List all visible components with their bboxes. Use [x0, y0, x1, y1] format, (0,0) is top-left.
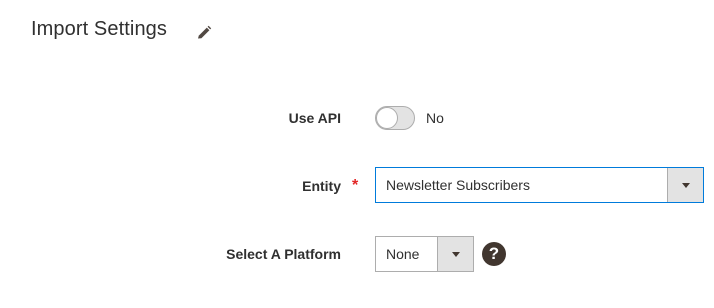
- help-icon[interactable]: ?: [482, 242, 506, 266]
- platform-select-value: None: [386, 246, 420, 262]
- entity-select[interactable]: Newsletter Subscribers: [375, 167, 704, 203]
- section-title: Import Settings: [31, 18, 168, 40]
- platform-select[interactable]: None: [375, 236, 474, 272]
- entity-label: Entity: [302, 178, 341, 194]
- toggle-knob: [376, 107, 398, 129]
- use-api-toggle[interactable]: [375, 106, 415, 130]
- use-api-label: Use API: [288, 110, 341, 126]
- required-marker: *: [352, 177, 359, 194]
- platform-label: Select A Platform: [226, 246, 341, 262]
- chevron-down-icon: [682, 183, 690, 188]
- chevron-down-icon: [452, 252, 460, 257]
- platform-select-toggle[interactable]: [437, 237, 473, 271]
- entity-select-value: Newsletter Subscribers: [386, 177, 530, 193]
- pencil-icon[interactable]: [195, 24, 213, 42]
- entity-select-toggle[interactable]: [667, 168, 703, 202]
- import-settings-panel: Import Settings Use API No Entity * News…: [0, 0, 714, 308]
- use-api-toggle-value: No: [426, 110, 444, 126]
